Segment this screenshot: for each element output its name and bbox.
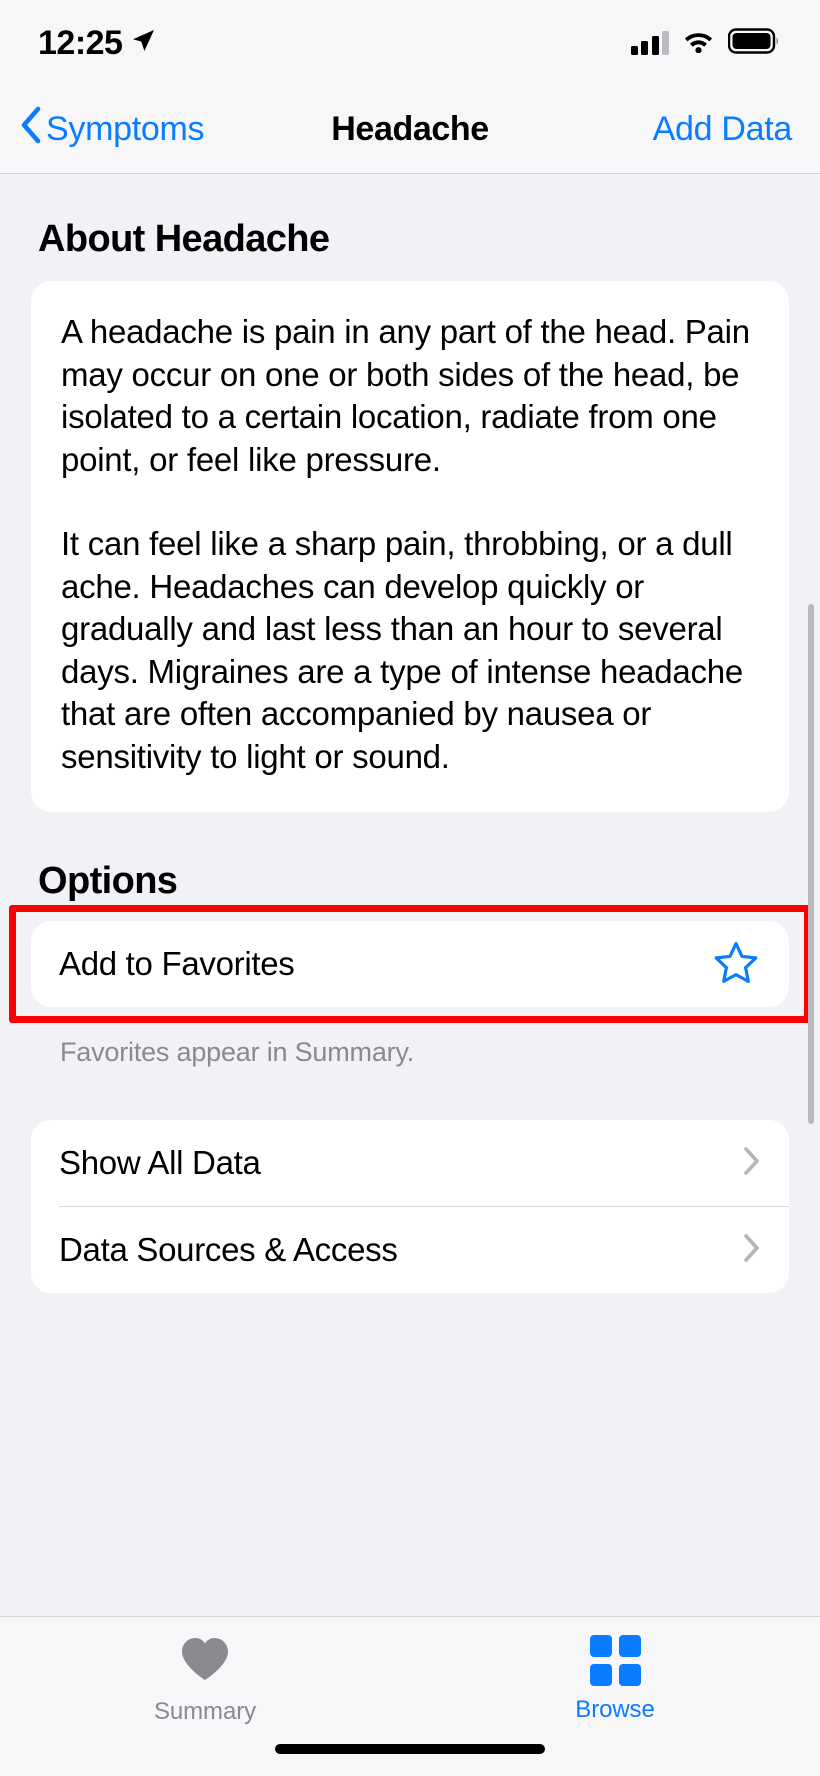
chevron-right-icon [743,1146,761,1181]
home-indicator[interactable] [275,1744,545,1754]
tab-summary[interactable]: Summary [0,1635,410,1776]
show-all-data-row[interactable]: Show All Data [31,1120,789,1206]
status-bar: 12:25 [0,0,820,86]
about-paragraph-2: It can feel like a sharp pain, throbbing… [61,525,743,775]
tab-browse-label: Browse [575,1696,655,1723]
back-button-symptoms[interactable]: Symptoms [14,106,210,153]
wifi-icon [682,29,715,58]
about-section-heading: About Headache [38,218,330,260]
data-sources-access-label: Data Sources & Access [59,1231,398,1268]
status-bar-clock: 12:25 [38,23,123,62]
heart-icon [179,1635,231,1688]
cellular-bars-icon [630,31,669,55]
navigation-bar: Symptoms Headache Add Data [0,86,820,174]
location-arrow-icon [130,28,156,59]
star-outline-icon[interactable] [713,940,759,989]
options-section-heading: Options [38,860,178,902]
scroll-content[interactable]: About Headache A headache is pain in any… [0,174,820,1616]
status-bar-left: 12:25 [38,24,156,63]
iphone-screen: 12:25 Symptoms Headache Add Data About H… [0,0,820,1776]
about-paragraph-1: A headache is pain in any part of the he… [61,313,750,478]
show-all-data-label: Show All Data [59,1144,261,1181]
add-to-favorites-container: Add to Favorites [9,905,811,1023]
about-description-card: A headache is pain in any part of the he… [31,281,789,812]
grid-squares-icon [589,1635,641,1686]
add-data-button[interactable]: Add Data [653,110,793,149]
tab-browse[interactable]: Browse [410,1635,820,1776]
vertical-scrollbar[interactable] [808,604,814,1124]
add-to-favorites-row[interactable]: Add to Favorites [31,921,789,1007]
back-button-label: Symptoms [46,110,205,148]
battery-full-icon [727,27,780,59]
add-to-favorites-label: Add to Favorites [59,945,295,982]
tab-summary-label: Summary [154,1698,256,1725]
chevron-left-icon [20,106,46,153]
data-sources-access-row[interactable]: Data Sources & Access [31,1207,789,1293]
chevron-right-icon [743,1233,761,1268]
options-list-group: Show All Data Data Sources & Access [31,1120,789,1293]
favorites-footnote: Favorites appear in Summary. [60,1037,415,1067]
status-bar-right [630,27,781,59]
